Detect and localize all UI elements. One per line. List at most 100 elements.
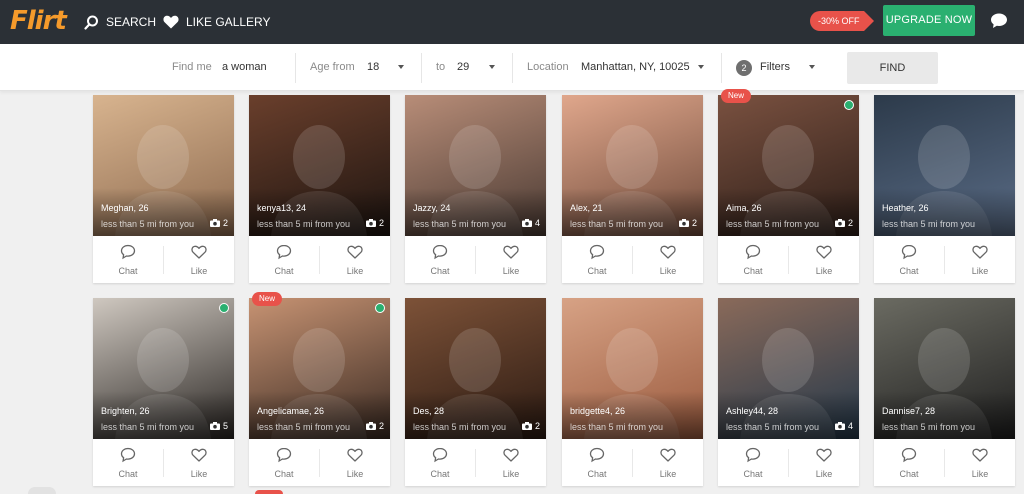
profile-distance: less than 5 mi from you: [882, 422, 976, 432]
profile-name: Ashley44: [726, 406, 764, 416]
like-button[interactable]: Like: [164, 236, 234, 283]
profile-distance: less than 5 mi from you: [101, 219, 195, 229]
chat-button[interactable]: Chat: [874, 439, 944, 486]
profile-distance: less than 5 mi from you: [257, 219, 351, 229]
profile-name-age: Jazzy, 24: [413, 203, 451, 213]
card-actions: Chat Like: [93, 439, 234, 486]
heart-outline-icon: [191, 245, 207, 259]
profile-name-age: Heather, 26: [882, 203, 929, 213]
profile-distance: less than 5 mi from you: [570, 422, 664, 432]
find-button[interactable]: FIND: [847, 52, 938, 84]
card-actions: Chat Like: [405, 439, 546, 486]
photo-count: 4: [834, 421, 853, 431]
filters-count-badge: 2: [736, 60, 752, 76]
profile-distance: less than 5 mi from you: [726, 219, 820, 229]
flirt-logo[interactable]: Flirt: [10, 5, 67, 37]
like-button[interactable]: Like: [633, 439, 703, 486]
search-icon: [84, 15, 98, 30]
profile-card: bridgette4, 26 less than 5 mi from you C…: [562, 298, 703, 486]
like-button[interactable]: Like: [789, 236, 859, 283]
profile-photo[interactable]: Aima, 26 less than 5 mi from you 2: [718, 95, 859, 236]
profile-name-age: Dannise7, 28: [882, 406, 936, 416]
chat-button[interactable]: Chat: [405, 439, 475, 486]
profile-card: Ashley44, 28 less than 5 mi from you 4 C…: [718, 298, 859, 486]
camera-icon: [834, 422, 845, 430]
chat-button[interactable]: Chat: [249, 439, 319, 486]
location-select[interactable]: Manhattan, NY, 10025: [581, 44, 690, 91]
profile-photo[interactable]: Dannise7, 28 less than 5 mi from you: [874, 298, 1015, 439]
like-button[interactable]: Like: [320, 439, 390, 486]
profile-photo[interactable]: kenya13, 24 less than 5 mi from you 2: [249, 95, 390, 236]
location-chevron-down-icon[interactable]: [698, 65, 704, 69]
profile-distance: less than 5 mi from you: [570, 219, 664, 229]
profile-age: 24: [440, 203, 451, 213]
age-from-select[interactable]: 18: [367, 44, 379, 91]
filters-chevron-down-icon[interactable]: [809, 65, 815, 69]
profile-name: bridgette4: [570, 406, 611, 416]
camera-icon: [521, 219, 532, 227]
search-nav-item[interactable]: SEARCH: [84, 0, 156, 44]
heart-outline-icon: [972, 245, 988, 259]
scroll-top-button[interactable]: [28, 487, 56, 494]
like-gallery-nav-item[interactable]: LIKE GALLERY: [163, 0, 271, 44]
age-to-label: to: [436, 61, 446, 73]
chat-button[interactable]: Chat: [718, 439, 788, 486]
profile-photo[interactable]: Alex, 21 less than 5 mi from you 2: [562, 95, 703, 236]
card-actions: Chat Like: [249, 439, 390, 486]
chat-bubble-icon: [589, 447, 605, 463]
upgrade-now-button[interactable]: UPGRADE NOW: [883, 5, 975, 36]
profile-name-age: Aima, 26: [726, 203, 762, 213]
age-from-chevron-down-icon[interactable]: [398, 65, 404, 69]
filters-dropdown[interactable]: Filters: [760, 44, 790, 91]
profile-photo[interactable]: Angelicamae, 26 less than 5 mi from you …: [249, 298, 390, 439]
like-button[interactable]: Like: [476, 236, 546, 283]
profile-photo[interactable]: Des, 28 less than 5 mi from you 2: [405, 298, 546, 439]
camera-icon: [678, 219, 689, 227]
profile-photo[interactable]: Jazzy, 24 less than 5 mi from you 4: [405, 95, 546, 236]
like-button[interactable]: Like: [945, 439, 1015, 486]
heart-outline-icon: [816, 245, 832, 259]
profile-distance: less than 5 mi from you: [413, 219, 507, 229]
profile-name: Aima: [726, 203, 747, 213]
like-button[interactable]: Like: [476, 439, 546, 486]
location-label: Location: [527, 61, 569, 73]
age-to-select[interactable]: 29: [457, 44, 469, 91]
like-button[interactable]: Like: [320, 236, 390, 283]
camera-icon: [365, 219, 376, 227]
messages-icon[interactable]: [990, 12, 1008, 30]
find-me-select[interactable]: a woman: [222, 44, 267, 91]
heart-outline-icon: [503, 448, 519, 462]
profile-name: Des: [413, 406, 430, 416]
heart-outline-icon: [347, 448, 363, 462]
profile-name: Jazzy: [413, 203, 436, 213]
chat-button[interactable]: Chat: [249, 236, 319, 283]
chat-button[interactable]: Chat: [562, 236, 632, 283]
chat-button[interactable]: Chat: [93, 236, 163, 283]
chat-button[interactable]: Chat: [874, 236, 944, 283]
chat-button[interactable]: Chat: [405, 236, 475, 283]
chat-button[interactable]: Chat: [562, 439, 632, 486]
profile-photo[interactable]: bridgette4, 26 less than 5 mi from you: [562, 298, 703, 439]
age-to-chevron-down-icon[interactable]: [489, 65, 495, 69]
camera-icon: [209, 422, 220, 430]
profile-distance: less than 5 mi from you: [413, 422, 507, 432]
profile-photo[interactable]: Heather, 26 less than 5 mi from you: [874, 95, 1015, 236]
like-button[interactable]: Like: [789, 439, 859, 486]
profile-name-age: Brighten, 26: [101, 406, 150, 416]
like-button[interactable]: Like: [164, 439, 234, 486]
heart-outline-icon: [347, 245, 363, 259]
chat-bubble-icon: [432, 447, 448, 463]
profile-photo[interactable]: Meghan, 26 less than 5 mi from you 2: [93, 95, 234, 236]
chat-bubble-icon: [120, 447, 136, 463]
heart-icon: [163, 15, 179, 29]
profile-distance: less than 5 mi from you: [882, 219, 976, 229]
like-button[interactable]: Like: [633, 236, 703, 283]
profile-photo[interactable]: Brighten, 26 less than 5 mi from you 5: [93, 298, 234, 439]
like-button[interactable]: Like: [945, 236, 1015, 283]
profile-name-age: kenya13, 24: [257, 203, 307, 213]
chat-bubble-icon: [276, 447, 292, 463]
profile-photo[interactable]: Ashley44, 28 less than 5 mi from you 4: [718, 298, 859, 439]
camera-icon: [209, 219, 220, 227]
chat-button[interactable]: Chat: [93, 439, 163, 486]
chat-button[interactable]: Chat: [718, 236, 788, 283]
